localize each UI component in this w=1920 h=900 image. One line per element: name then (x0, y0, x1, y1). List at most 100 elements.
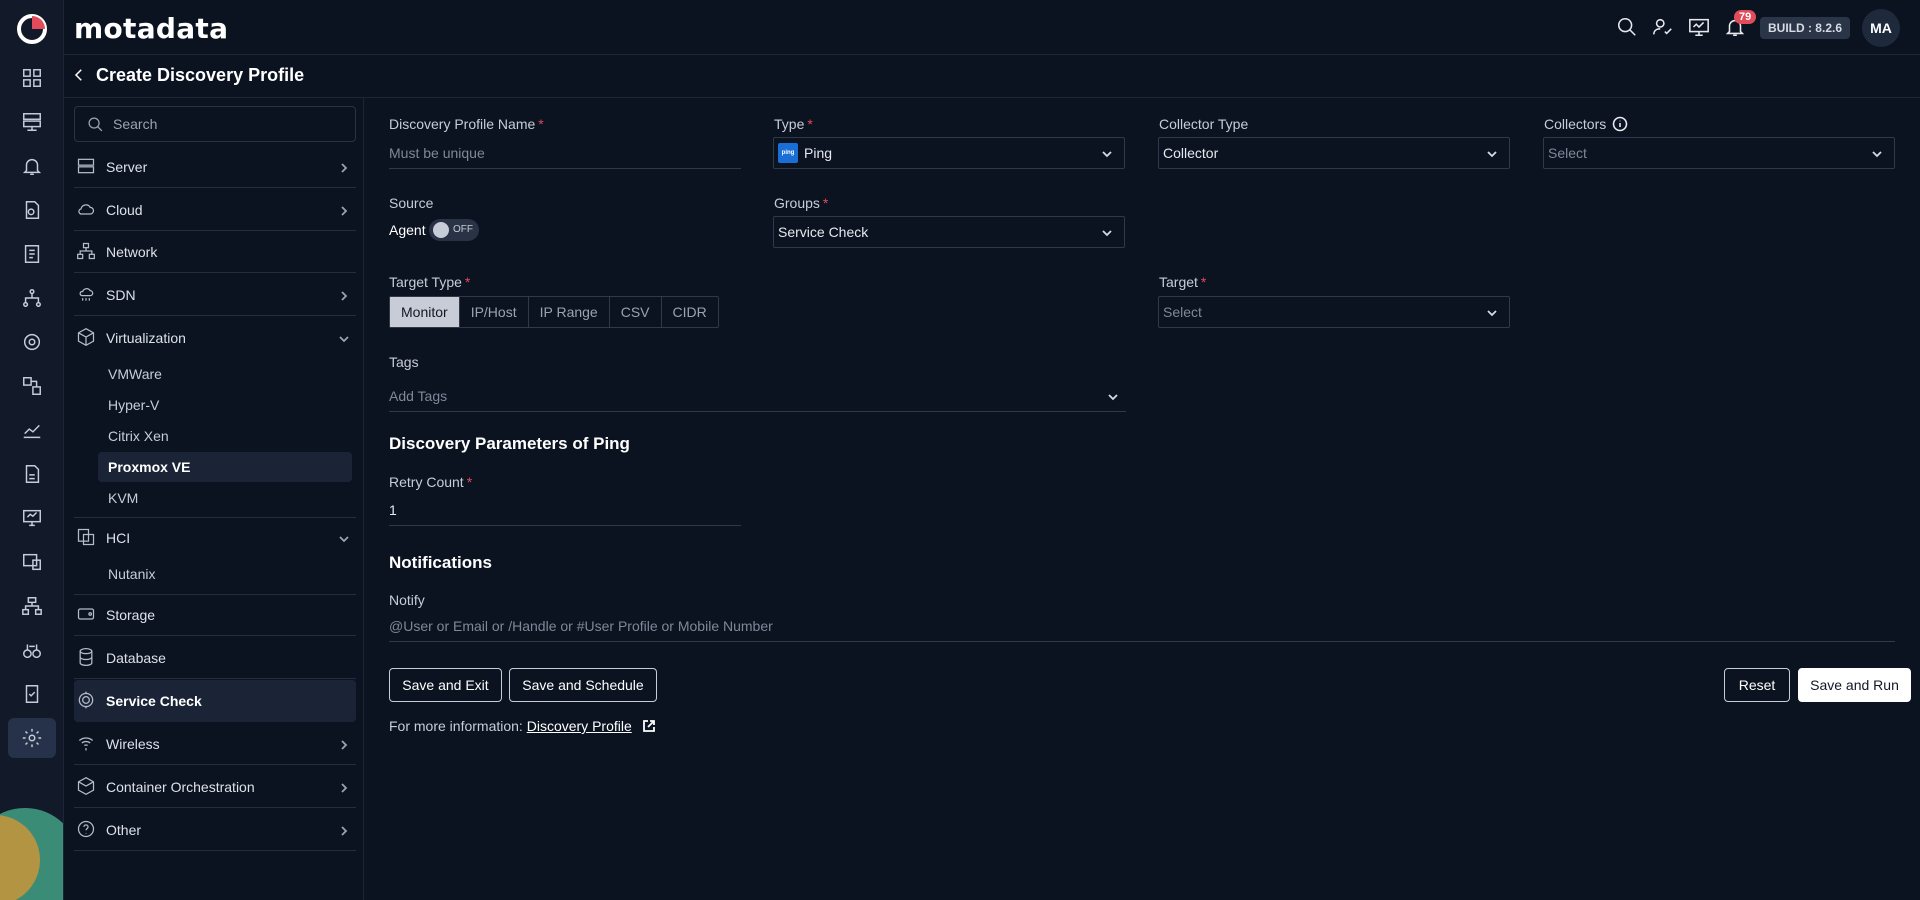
sidebar-item-network[interactable]: Network (74, 231, 356, 273)
back-chevron-icon[interactable] (70, 66, 90, 86)
save-and-exit-button[interactable]: Save and Exit (389, 668, 502, 702)
notify-field (389, 612, 1895, 642)
target-type-ip-range[interactable]: IP Range (529, 297, 610, 327)
report-icon[interactable] (14, 236, 50, 272)
target-type-ip-host[interactable]: IP/Host (460, 297, 529, 327)
search-icon (88, 117, 103, 132)
target-select[interactable]: Select (1158, 296, 1510, 328)
chevron-right-icon (338, 738, 350, 750)
alert-bell-icon[interactable] (14, 148, 50, 184)
page-title-bar: Create Discovery Profile (64, 56, 1920, 98)
notify-input[interactable] (389, 612, 1895, 640)
profile-name-input[interactable] (389, 139, 741, 167)
sidebar-subitem-vmware[interactable]: VMWare (98, 359, 352, 389)
chevron-down-icon (1485, 306, 1499, 320)
sidebar-search-input[interactable] (113, 107, 343, 141)
metric-explorer-icon[interactable] (14, 412, 50, 448)
document-icon[interactable] (14, 456, 50, 492)
sidebar-item-container-orchestration[interactable]: Container Orchestration (74, 766, 356, 808)
sidebar-item-database[interactable]: Database (74, 637, 356, 679)
left-nav-rail (0, 0, 64, 900)
discovery-profile-link[interactable]: Discovery Profile (527, 718, 632, 734)
settings-gear-icon[interactable] (8, 718, 56, 758)
audit-icon[interactable] (14, 544, 50, 580)
collector-type-select[interactable]: Collector (1158, 137, 1510, 169)
profile-name-field (389, 139, 741, 169)
notification-bell-icon[interactable]: 79 (1724, 10, 1757, 40)
service-check-icon (76, 690, 98, 712)
container-icon (76, 776, 98, 798)
brand-logo-text[interactable]: motadata (74, 12, 228, 45)
reset-button[interactable]: Reset (1724, 668, 1790, 702)
compliance-icon[interactable] (14, 676, 50, 712)
cube-icon (76, 327, 98, 349)
motadata-logo-icon[interactable] (15, 12, 49, 46)
sidebar-subitem-hyper-v[interactable]: Hyper-V (98, 390, 352, 420)
cloud-icon (76, 199, 98, 221)
log-search-icon[interactable] (14, 192, 50, 228)
ping-icon: ping (778, 143, 798, 163)
sidebar-item-label: Server (106, 158, 148, 175)
sidebar-subitem-proxmox-ve[interactable]: Proxmox VE (98, 452, 352, 482)
page-title: Create Discovery Profile (96, 65, 305, 85)
info-icon[interactable] (1612, 116, 1628, 132)
dashboard-icon[interactable] (14, 60, 50, 96)
type-select[interactable]: ping Ping (773, 137, 1125, 169)
save-and-schedule-button[interactable]: Save and Schedule (509, 668, 657, 702)
sidebar-item-sdn[interactable]: SDN (74, 274, 356, 316)
chevron-down-icon (1106, 390, 1120, 404)
sidebar-subitem-nutanix[interactable]: Nutanix (98, 559, 352, 589)
collectors-placeholder: Select (1548, 145, 1587, 161)
user-avatar[interactable]: MA (1862, 9, 1900, 47)
target-type-label: Target Type * (389, 274, 471, 290)
sidebar-item-server[interactable]: Server (74, 146, 356, 188)
source-label: Source (389, 195, 434, 211)
sidebar-item-hci[interactable]: HCI (74, 517, 356, 559)
target-type-cidr[interactable]: CIDR (662, 297, 718, 327)
infrastructure-icon[interactable] (14, 104, 50, 140)
sidebar-subitem-citrix-xen[interactable]: Citrix Xen (98, 421, 352, 451)
sidebar-item-label: SDN (106, 286, 136, 303)
sidebar-search (74, 106, 356, 142)
chevron-down-icon (338, 532, 350, 544)
sidebar-item-wireless[interactable]: Wireless (74, 723, 356, 765)
retry-count-input[interactable] (389, 496, 741, 524)
storage-icon (76, 604, 98, 626)
retry-count-label: Retry Count * (389, 474, 473, 490)
sidebar-item-cloud[interactable]: Cloud (74, 189, 356, 231)
network-map-icon[interactable] (14, 588, 50, 624)
collectors-select[interactable]: Select (1543, 137, 1895, 169)
toggle-knob (433, 222, 449, 238)
sidebar-item-other[interactable]: Other (74, 809, 356, 851)
flow-icon[interactable] (14, 368, 50, 404)
target-type-monitor[interactable]: Monitor (390, 297, 460, 327)
sidebar-item-label: Virtualization (106, 330, 186, 346)
sidebar-item-label: Wireless (106, 735, 160, 752)
binoculars-icon[interactable] (14, 632, 50, 668)
groups-select[interactable]: Service Check (773, 216, 1125, 248)
chevron-down-icon (1100, 147, 1114, 161)
external-link-icon[interactable] (642, 719, 656, 733)
category-sidebar: Server Cloud Network SDN Virtualization … (64, 98, 364, 900)
topology-icon[interactable] (14, 280, 50, 316)
tags-input[interactable] (389, 382, 1126, 410)
sidebar-subitem-kvm[interactable]: KVM (98, 483, 352, 513)
user-check-icon[interactable] (1652, 16, 1676, 40)
sidebar-item-storage[interactable]: Storage (74, 594, 356, 636)
monitor-chart-icon[interactable] (1688, 16, 1712, 40)
tags-field[interactable] (389, 382, 1126, 412)
chevron-right-icon (338, 204, 350, 216)
wireless-icon (76, 733, 98, 755)
apm-icon[interactable] (14, 324, 50, 360)
save-and-run-button[interactable]: Save and Run (1798, 668, 1911, 702)
sidebar-item-service-check[interactable]: Service Check (74, 680, 356, 722)
sidebar-item-label: Service Check (106, 693, 202, 709)
target-type-csv[interactable]: CSV (610, 297, 662, 327)
sidebar-item-virtualization[interactable]: Virtualization (74, 317, 356, 359)
search-icon[interactable] (1616, 16, 1640, 40)
chevron-down-icon (1870, 147, 1884, 161)
chevron-right-icon (338, 289, 350, 301)
monitor-icon[interactable] (14, 500, 50, 536)
help-circle-icon (76, 819, 98, 841)
agent-toggle[interactable]: OFF (429, 219, 479, 241)
